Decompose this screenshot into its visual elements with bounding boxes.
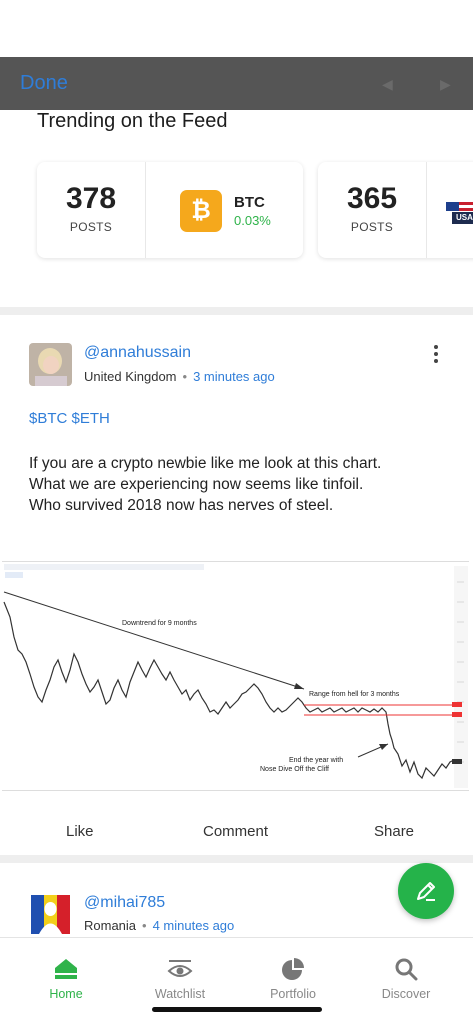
btc-change: 0.03% (234, 213, 271, 228)
more-options-icon[interactable] (434, 345, 438, 366)
annotation-downtrend: Downtrend for 9 months (122, 620, 197, 627)
avatar[interactable] (29, 343, 72, 386)
bitcoin-icon: ₿ (180, 190, 222, 232)
browser-topbar (0, 57, 473, 110)
range-bottom-tag (452, 712, 462, 717)
avatar[interactable] (29, 893, 72, 936)
pencil-icon (417, 882, 435, 901)
chart-symbol-box (5, 572, 23, 578)
post-time[interactable]: 3 minutes ago (193, 369, 275, 384)
post-text-line: Who survived 2018 now has nerves of stee… (29, 497, 334, 514)
pie-chart-icon (282, 958, 304, 980)
post-username[interactable]: @annahussain (84, 344, 191, 362)
posts-label: POSTS (350, 220, 394, 234)
annotation-end-year: End the year with (289, 757, 343, 764)
section-separator (0, 855, 473, 863)
posts-count: 365 (346, 182, 398, 215)
current-price-tag (452, 759, 462, 764)
dot-separator: • (142, 918, 147, 933)
chart-header-bar (4, 564, 204, 570)
done-button[interactable]: Done (20, 72, 68, 95)
posts-label: POSTS (69, 220, 113, 234)
comment-button[interactable]: Comment (203, 823, 268, 840)
trending-card-2[interactable]: 365 POSTS USA (318, 162, 473, 258)
post-text-line: If you are a crypto newbie like me look … (29, 455, 382, 472)
annotation-range: Range from hell for 3 months (309, 691, 400, 698)
post-location: United Kingdom (84, 369, 177, 384)
search-icon (395, 958, 418, 981)
usa-flag-icon: USA (446, 202, 473, 226)
tab-discover[interactable]: Discover (347, 937, 465, 1007)
forward-arrow-icon[interactable]: ▶ (440, 76, 451, 93)
dot-separator: • (182, 369, 188, 384)
post-tags[interactable]: $BTC $ETH (29, 410, 110, 427)
trending-card[interactable]: 378 POSTS ₿ BTC 0.03% (37, 162, 303, 258)
post-text-line: What we are experiencing now seems like … (29, 476, 364, 493)
like-button[interactable]: Like (66, 823, 94, 840)
tab-portfolio[interactable]: Portfolio (234, 937, 352, 1007)
compose-post-button[interactable] (398, 863, 454, 919)
home-indicator (152, 1007, 322, 1012)
card-divider (145, 162, 146, 258)
card-divider (426, 162, 427, 258)
tab-label: Watchlist (154, 987, 206, 1001)
tab-label: Portfolio (270, 987, 316, 1001)
chart-price-axis (454, 566, 468, 788)
tab-home[interactable]: Home (7, 937, 125, 1007)
eye-icon (167, 960, 193, 977)
post-meta: Romania • 4 minutes ago (84, 918, 234, 933)
posts-count: 378 (65, 182, 117, 215)
trending-title: Trending on the Feed (37, 110, 228, 132)
post-text: If you are a crypto newbie like me look … (29, 453, 449, 516)
post-chart-image[interactable]: Downtrend for 9 months Range from hell f… (2, 561, 469, 791)
range-top-tag (452, 702, 462, 707)
home-icon (55, 959, 77, 979)
btc-symbol: BTC (234, 194, 265, 211)
tab-watchlist[interactable]: Watchlist (121, 937, 239, 1007)
back-arrow-icon[interactable]: ◀ (382, 76, 393, 93)
post-time[interactable]: 4 minutes ago (153, 918, 235, 933)
share-button[interactable]: Share (374, 823, 414, 840)
annotation-nosedive: Nose Dive Off the Cliff (260, 766, 329, 773)
tab-label: Discover (381, 987, 431, 1001)
post-meta: United Kingdom • 3 minutes ago (84, 369, 275, 384)
post-location: Romania (84, 918, 137, 933)
section-separator (0, 307, 473, 315)
post-username[interactable]: @mihai785 (84, 894, 165, 912)
chart-svg: Downtrend for 9 months Range from hell f… (2, 562, 469, 790)
tab-label: Home (49, 987, 83, 1001)
usa-label: USA (456, 213, 473, 222)
